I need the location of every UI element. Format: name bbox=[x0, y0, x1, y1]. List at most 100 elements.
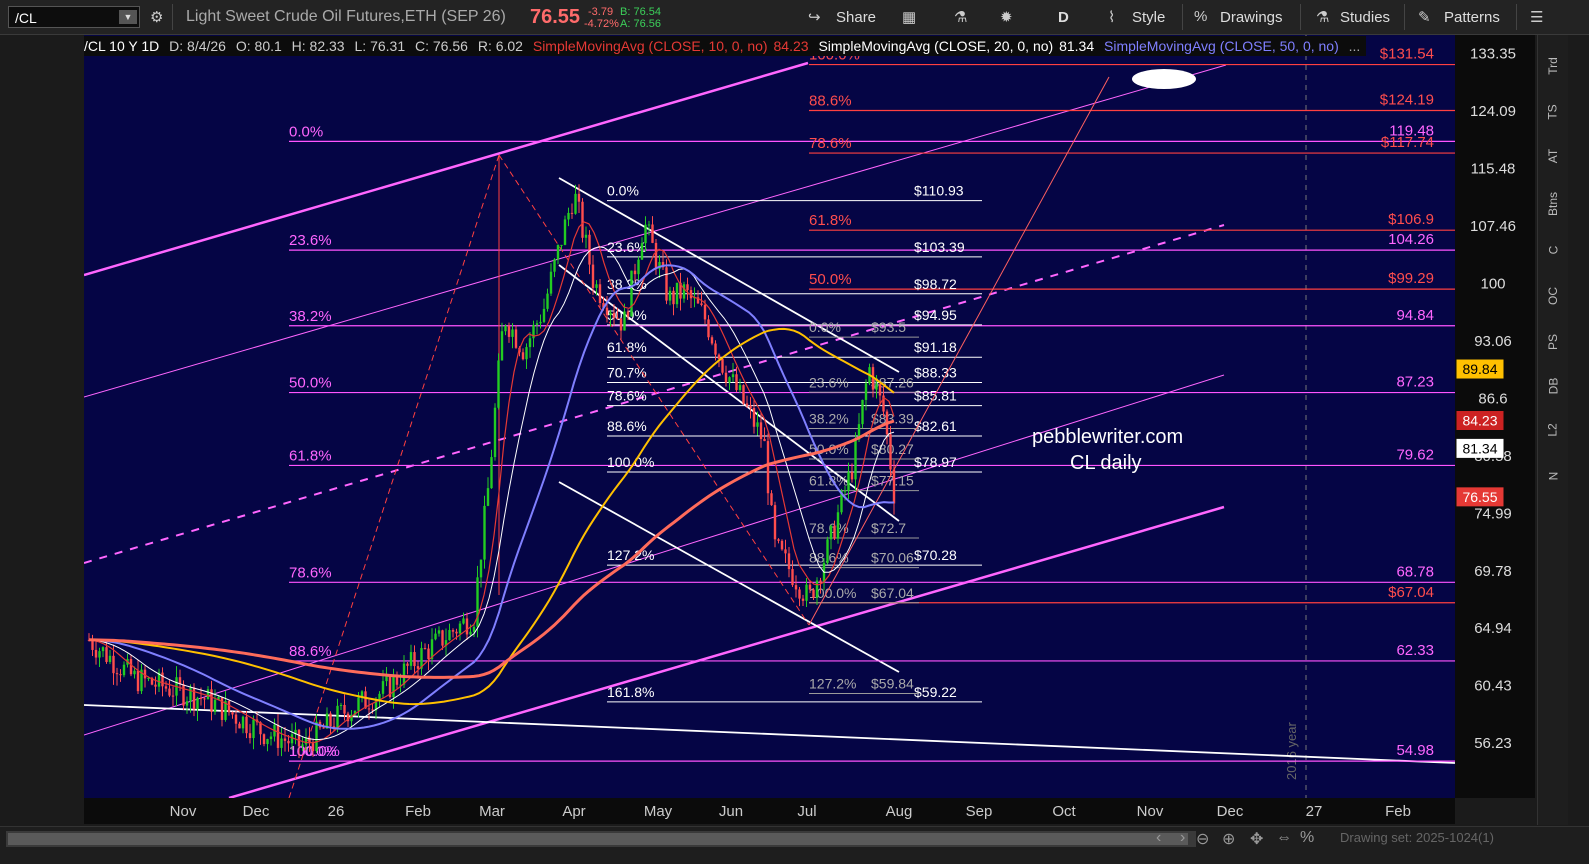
studies-button[interactable]: Studies bbox=[1340, 9, 1390, 26]
percent-icon[interactable]: % bbox=[1300, 829, 1314, 847]
patterns-button[interactable]: Patterns bbox=[1444, 9, 1500, 26]
price-badge: 76.55 bbox=[1456, 487, 1504, 507]
period-button[interactable]: D bbox=[1058, 9, 1069, 26]
chart-layout-icon[interactable]: ▦ bbox=[902, 8, 916, 26]
side-tab-db[interactable]: DB bbox=[1538, 369, 1568, 403]
watermark-line-1: pebblewriter.com bbox=[1032, 426, 1183, 448]
candle-body bbox=[777, 539, 780, 541]
sma50-line bbox=[88, 264, 894, 730]
drawing-set-label: Drawing set: 2025-1024(1) bbox=[1340, 830, 1494, 845]
candle-body bbox=[665, 267, 668, 301]
share-button[interactable]: Share bbox=[836, 9, 876, 26]
fit-icon[interactable]: ⇔ bbox=[1276, 829, 1292, 847]
candle-body bbox=[588, 234, 591, 265]
side-tab-trd[interactable]: Trd bbox=[1538, 49, 1568, 83]
fib-price-label: $85.81 bbox=[914, 388, 957, 404]
zoom-in-icon[interactable]: ⊕ bbox=[1222, 829, 1235, 849]
candle-body bbox=[563, 219, 567, 245]
target-ellipse bbox=[1132, 69, 1196, 89]
x-tick-label: Nov bbox=[1137, 803, 1164, 820]
time-axis[interactable]: Nov Dec 26 Feb Mar Apr May Jun Jul Aug Sep Oct Nov De… bbox=[84, 798, 1455, 824]
candle-body bbox=[731, 374, 735, 378]
price-badge: 81.34 bbox=[1456, 438, 1504, 458]
candle-body bbox=[262, 734, 266, 745]
move-icon[interactable]: ✥ bbox=[1250, 829, 1263, 849]
flask-icon[interactable]: ⚗ bbox=[1316, 8, 1329, 26]
candle-body bbox=[409, 652, 413, 666]
candle-body bbox=[311, 743, 315, 752]
candle-body bbox=[231, 712, 234, 715]
toolbar-divider bbox=[1516, 4, 1517, 30]
candle-body bbox=[514, 329, 518, 348]
side-tab-ps[interactable]: PS bbox=[1538, 325, 1568, 359]
side-tab-label: TS bbox=[1546, 104, 1560, 120]
y-tick-label: 74.99 bbox=[1474, 505, 1512, 522]
side-tab-l2[interactable]: L2 bbox=[1538, 413, 1568, 447]
patterns-icon[interactable]: ✎ bbox=[1418, 8, 1431, 26]
scroll-right-icon[interactable]: › bbox=[1180, 829, 1185, 847]
scrollbar-thumb[interactable] bbox=[8, 833, 1188, 845]
sma20-label[interactable]: SimpleMovingAvg (CLOSE, 20, 0, no) bbox=[818, 38, 1053, 54]
candle-body bbox=[668, 290, 672, 301]
candle-body bbox=[787, 553, 791, 570]
candle-body bbox=[416, 666, 420, 669]
info-close: C: 76.56 bbox=[415, 38, 468, 54]
candle-body bbox=[168, 688, 171, 696]
y-tick-label: 69.78 bbox=[1474, 563, 1512, 580]
study-info-bar: /CL 10 Y 1D D: 8/4/26 O: 80.1 H: 82.33 L… bbox=[84, 36, 1367, 56]
fib-pct-label: 23.6% bbox=[809, 374, 849, 390]
zoom-out-icon[interactable]: ⊖ bbox=[1196, 829, 1209, 849]
gear-icon[interactable]: ✹ bbox=[1000, 8, 1013, 26]
symbol-dropdown-icon[interactable]: ▼ bbox=[119, 10, 137, 24]
side-tab-btns[interactable]: Btns bbox=[1538, 187, 1568, 221]
side-tab-c[interactable]: C bbox=[1538, 233, 1568, 267]
y-tick-label: 100 bbox=[1480, 275, 1505, 292]
fib-pct-label: 88.6% bbox=[607, 418, 647, 434]
side-tab-ts[interactable]: TS bbox=[1538, 95, 1568, 129]
drawings-button[interactable]: Drawings bbox=[1220, 9, 1283, 26]
style-button[interactable]: Style bbox=[1132, 9, 1165, 26]
candle-body bbox=[756, 422, 759, 427]
sma10-label[interactable]: SimpleMovingAvg (CLOSE, 10, 0, no) bbox=[533, 38, 768, 54]
x-tick-label: 26 bbox=[328, 803, 345, 820]
candle-body bbox=[339, 704, 343, 706]
style-icon[interactable]: ⌇ bbox=[1108, 8, 1115, 26]
candle-body bbox=[682, 284, 686, 299]
candle-body bbox=[854, 439, 857, 480]
scroll-left-icon[interactable]: ‹ bbox=[1156, 829, 1161, 847]
candle-body bbox=[115, 673, 119, 675]
candle-body bbox=[521, 352, 525, 360]
menu-icon[interactable]: ☰ bbox=[1530, 8, 1543, 26]
side-tab-oc[interactable]: OC bbox=[1538, 279, 1568, 313]
candle-body bbox=[630, 270, 633, 317]
candle-body bbox=[185, 701, 189, 706]
candle-body bbox=[843, 490, 847, 492]
candle-body bbox=[322, 727, 325, 729]
candle-body bbox=[465, 618, 469, 635]
side-tab-n[interactable]: N bbox=[1538, 459, 1568, 493]
candle-body bbox=[780, 540, 784, 550]
candle-body bbox=[511, 329, 514, 337]
y-tick-label: 56.23 bbox=[1474, 735, 1512, 752]
share-icon[interactable]: ↪ bbox=[808, 8, 821, 26]
flask-icon[interactable]: ⚗ bbox=[954, 8, 967, 26]
sma50-label[interactable]: SimpleMovingAvg (CLOSE, 50, 0, no) bbox=[1104, 38, 1339, 54]
candle-body bbox=[833, 525, 836, 539]
candle-body bbox=[336, 705, 339, 728]
price-axis[interactable]: 133.35124.09115.48107.4610093.0686.680.5… bbox=[1455, 35, 1535, 798]
info-more[interactable]: ... bbox=[1349, 38, 1361, 54]
candle-body bbox=[770, 493, 773, 506]
candle-body bbox=[238, 723, 241, 729]
fib-price-label: 94.84 bbox=[1396, 307, 1434, 324]
sliders-icon[interactable]: ⚙ bbox=[150, 8, 163, 26]
y-tick-label: 60.43 bbox=[1474, 678, 1512, 695]
chart-plot-area[interactable]: 2016 year 0.0% 119.48 23.6% 104.26 38.2% 94.84… bbox=[84, 35, 1455, 798]
symbol-input[interactable]: /CL ▼ bbox=[8, 6, 140, 28]
candle-body bbox=[619, 318, 623, 331]
candle-body bbox=[700, 303, 703, 305]
side-tab-at[interactable]: AT bbox=[1538, 139, 1568, 173]
candle-body bbox=[196, 697, 199, 710]
candle-body bbox=[122, 664, 126, 676]
candle-body bbox=[490, 457, 493, 489]
fib-price-label: $117.74 bbox=[1381, 134, 1434, 151]
